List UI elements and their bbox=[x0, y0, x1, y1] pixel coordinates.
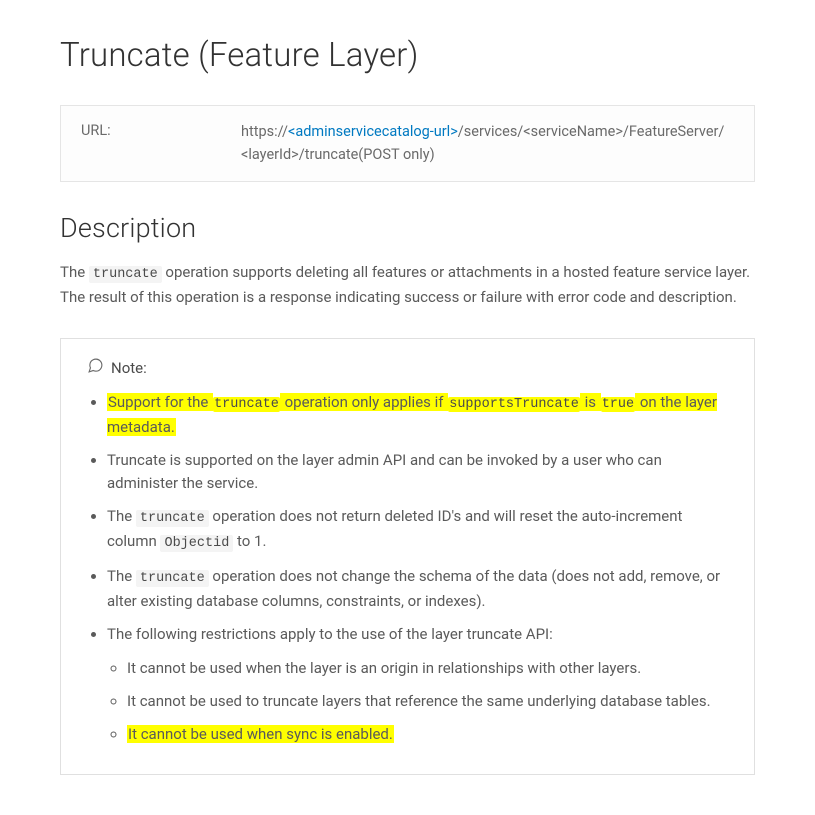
note1-hl2: operation only applies if bbox=[280, 393, 448, 411]
note-subitem-3: It cannot be used when sync is enabled. bbox=[127, 723, 728, 746]
note-item-5: The following restrictions apply to the … bbox=[107, 623, 728, 746]
note1-code3: true bbox=[601, 397, 635, 412]
note4-t1: The bbox=[107, 567, 136, 585]
description-paragraph: The truncate operation supports deleting… bbox=[60, 261, 755, 309]
note-list: Support for the truncate operation only … bbox=[87, 391, 728, 747]
desc-text-1: The bbox=[60, 263, 89, 281]
note-item-3: The truncate operation does not return d… bbox=[107, 505, 728, 555]
url-link[interactable]: <adminservicecatalog-url> bbox=[288, 123, 458, 140]
note3-t3: to 1. bbox=[233, 532, 266, 550]
note1-code1: truncate bbox=[213, 397, 280, 412]
note1-code2: supportsTruncate bbox=[448, 397, 580, 412]
note1-hl1: Support for the bbox=[107, 393, 213, 411]
note-subitem-2: It cannot be used to truncate layers tha… bbox=[127, 690, 728, 713]
note3-t1: The bbox=[107, 507, 136, 525]
url-box: URL: https://<adminservicecatalog-url>/s… bbox=[60, 105, 755, 181]
note-subitem-1: It cannot be used when the layer is an o… bbox=[127, 657, 728, 680]
note-box: Note: Support for the truncate operation… bbox=[60, 338, 755, 776]
desc-text-2: operation supports deleting all features… bbox=[60, 263, 750, 306]
note-header: Note: bbox=[87, 357, 728, 381]
note5-text: The following restrictions apply to the … bbox=[107, 625, 553, 643]
page-title: Truncate (Feature Layer) bbox=[60, 30, 755, 81]
note1-hl3: is bbox=[580, 393, 601, 411]
note5c-hl: It cannot be used when sync is enabled. bbox=[127, 725, 394, 743]
note-item-2: Truncate is supported on the layer admin… bbox=[107, 449, 728, 496]
note-sublist: It cannot be used when the layer is an o… bbox=[107, 657, 728, 747]
note-icon bbox=[87, 357, 104, 381]
desc-code-truncate: truncate bbox=[89, 266, 162, 283]
note-item-4: The truncate operation does not change t… bbox=[107, 565, 728, 613]
description-heading: Description bbox=[60, 208, 755, 250]
note3-code1: truncate bbox=[136, 510, 209, 527]
note-label: Note: bbox=[111, 357, 147, 380]
note4-code1: truncate bbox=[136, 570, 209, 587]
note3-code2: Objectid bbox=[160, 535, 233, 552]
url-value: https://<adminservicecatalog-url>/servic… bbox=[241, 120, 734, 166]
note-item-1: Support for the truncate operation only … bbox=[107, 391, 728, 439]
url-prefix: https:// bbox=[241, 123, 288, 140]
url-label: URL: bbox=[81, 120, 201, 142]
